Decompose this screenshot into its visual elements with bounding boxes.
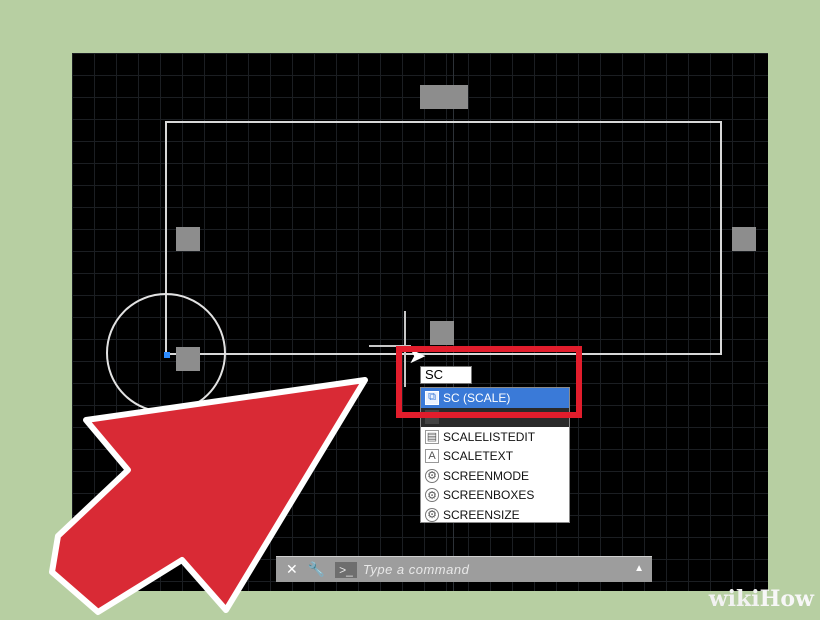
command-line-bar[interactable]: ✕ 🔧 >_ Type a command ▲ [276, 556, 652, 582]
watermark-how: How [759, 586, 814, 612]
wrench-icon[interactable]: 🔧 [308, 561, 325, 578]
command-line-placeholder[interactable]: Type a command [363, 562, 469, 577]
wikihow-watermark: wikiHow [709, 586, 814, 612]
pointer-arrow [49, 377, 368, 615]
prompt-icon[interactable]: >_ [335, 561, 357, 578]
close-icon[interactable]: ✕ [286, 561, 298, 578]
caret-up-icon[interactable]: ▲ [634, 563, 644, 574]
watermark-wiki: wiki [708, 586, 760, 612]
